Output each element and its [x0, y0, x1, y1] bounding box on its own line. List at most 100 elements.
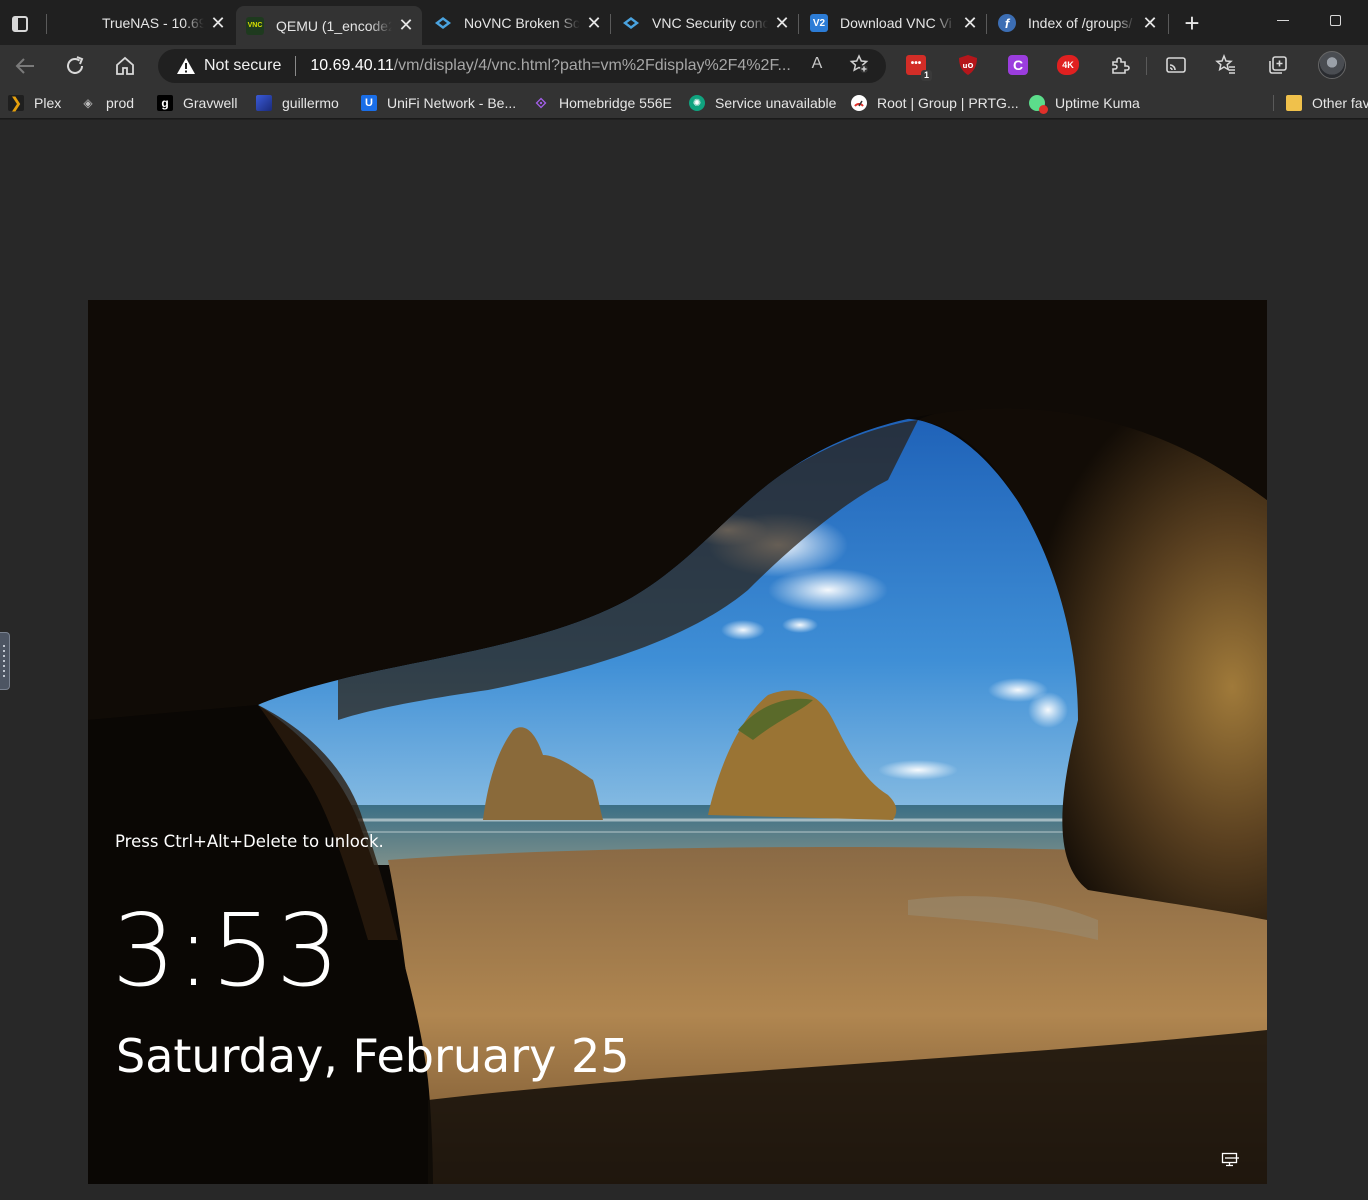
tab-title: NoVNC Broken Sc — [464, 15, 580, 31]
bookmark-prod[interactable]: ◈ prod — [80, 93, 134, 113]
tab-novnc-broken[interactable]: NoVNC Broken Sc ✕ — [424, 4, 610, 42]
browser-toolbar: Not secure 10.69.40.11 /vm/display/4/vnc… — [0, 45, 1368, 87]
security-status[interactable]: Not secure — [204, 57, 281, 75]
truenas-icon — [72, 14, 90, 32]
openai-icon: ✺ — [689, 95, 705, 111]
prtg-icon — [851, 95, 867, 111]
folder-icon — [1286, 95, 1302, 111]
tab-strip: TrueNAS - 10.69.40 ✕ VNC QEMU (1_encode2… — [0, 0, 1368, 45]
bookmark-label: Other fav — [1312, 95, 1368, 111]
bookmark-other-favorites[interactable]: Other fav — [1286, 93, 1368, 113]
tab-close-icon[interactable]: ✕ — [208, 13, 228, 33]
new-tab-button[interactable]: + — [1180, 10, 1204, 36]
bookmarks-bar: ❯ Plex ◈ prod g Gravwell guillermo U Uni… — [0, 87, 1368, 119]
tab-title: Index of /groups/ — [1028, 15, 1133, 31]
bookmark-plex[interactable]: ❯ Plex — [8, 93, 61, 113]
maximize-icon — [1329, 14, 1341, 26]
homebridge-icon: ⟐ — [535, 94, 547, 111]
cast-icon — [1166, 57, 1186, 73]
refresh-button[interactable] — [60, 51, 90, 81]
bookmark-unifi[interactable]: U UniFi Network - Be... — [361, 93, 516, 113]
extension-lastpass[interactable]: ••• 1 — [904, 53, 932, 81]
back-button[interactable] — [10, 51, 40, 81]
uptime-kuma-icon — [1029, 95, 1048, 114]
guillermo-icon — [256, 95, 272, 111]
tab-close-icon[interactable]: ✕ — [1140, 13, 1160, 33]
collections-icon — [1269, 56, 1287, 74]
url-path: /vm/display/4/vnc.html?path=vm%2Fdisplay… — [393, 57, 791, 74]
bookmark-label: guillermo — [282, 95, 339, 111]
bookmark-homebridge[interactable]: ⟐ Homebridge 556E — [533, 93, 672, 113]
url-host: 10.69.40.11 — [310, 57, 394, 74]
profile-avatar[interactable] — [1318, 51, 1346, 79]
vnc-remote-screen[interactable]: Press Ctrl+Alt+Delete to unlock. 3:53 Sa… — [88, 300, 1267, 1184]
ublock-icon: uO — [959, 55, 977, 75]
toolbar-divider — [1146, 57, 1147, 75]
extension-4k[interactable]: 4K — [1056, 53, 1080, 77]
extensions-button[interactable] — [1108, 53, 1132, 77]
bookmark-label: prod — [106, 95, 135, 111]
home-button[interactable] — [110, 51, 140, 81]
maximize-button[interactable] — [1320, 8, 1350, 32]
extension-badge: 1 — [920, 70, 932, 81]
add-favorite-button[interactable] — [848, 53, 870, 75]
extension-purple[interactable]: C — [1006, 53, 1030, 77]
bookmarks-divider — [1273, 95, 1274, 111]
bookmark-label: Homebridge 556E — [559, 95, 672, 111]
tab-title: TrueNAS - 10.69.40 — [102, 15, 204, 31]
plex-icon: ❯ — [8, 95, 24, 112]
cast-button[interactable] — [1164, 53, 1188, 77]
tab-divider — [610, 14, 611, 34]
favorites-button[interactable] — [1214, 53, 1238, 77]
favorites-star-icon — [1215, 54, 1235, 74]
purple-c-icon: C — [1008, 55, 1028, 75]
tab-divider — [798, 14, 799, 34]
tab-divider — [46, 14, 47, 34]
bookmark-service-unavailable[interactable]: ✺ Service unavailable — [689, 93, 836, 113]
bookmark-label: UniFi Network - Be... — [387, 95, 517, 111]
extension-ublock[interactable]: uO — [956, 53, 980, 77]
tab-divider — [1168, 14, 1169, 34]
read-aloud-button[interactable]: A — [806, 53, 828, 75]
tab-download-vnc[interactable]: V2 Download VNC Vi ✕ — [800, 4, 986, 42]
warning-icon — [177, 58, 195, 74]
tab-qemu[interactable]: VNC QEMU (1_encode2 ✕ — [236, 6, 422, 45]
star-add-icon — [849, 54, 869, 73]
bookmark-uptime-kuma[interactable]: Uptime Kuma — [1029, 93, 1140, 114]
unlock-hint: Press Ctrl+Alt+Delete to unlock. — [115, 832, 384, 851]
puzzle-icon — [1112, 57, 1130, 74]
tab-close-icon[interactable]: ✕ — [396, 15, 416, 36]
svg-text:uO: uO — [963, 62, 974, 70]
tab-close-icon[interactable]: ✕ — [772, 13, 792, 33]
collections-button[interactable] — [1266, 53, 1290, 77]
network-status-icon[interactable] — [1221, 1152, 1241, 1168]
bookmark-label: Gravwell — [183, 95, 238, 111]
bookmark-prtg[interactable]: Root | Group | PRTG... — [851, 93, 1019, 113]
4k-icon: 4K — [1057, 55, 1079, 75]
minimize-button[interactable] — [1268, 8, 1298, 32]
back-arrow-icon — [15, 58, 34, 74]
tab-actions-icon — [12, 16, 28, 32]
tab-vnc-security[interactable]: VNC Security conc ✕ — [612, 4, 798, 42]
address-bar[interactable]: Not secure 10.69.40.11 /vm/display/4/vnc… — [158, 49, 886, 83]
prod-icon: ◈ — [83, 96, 93, 110]
tab-title: QEMU (1_encode2 — [276, 17, 392, 34]
bookmark-guillermo[interactable]: guillermo — [256, 93, 339, 113]
novnc-control-bar-handle[interactable] — [0, 632, 10, 690]
tab-close-icon[interactable]: ✕ — [960, 13, 980, 33]
tab-title: Download VNC Vi — [840, 15, 952, 31]
refresh-icon — [67, 56, 84, 74]
tab-close-icon[interactable]: ✕ — [584, 13, 604, 33]
home-icon — [116, 56, 134, 75]
tab-truenas[interactable]: TrueNAS - 10.69.40 ✕ — [62, 4, 234, 42]
novnc-icon — [434, 14, 452, 32]
tab-actions-menu[interactable] — [8, 12, 32, 36]
bookmark-label: Plex — [34, 95, 62, 111]
novnc-icon — [622, 14, 640, 32]
lockscreen-time: 3:53 — [112, 892, 341, 1009]
tab-index-groups[interactable]: f Index of /groups/ ✕ — [988, 4, 1166, 42]
bookmark-label: Service unavailable — [715, 95, 837, 111]
vnc-icon: VNC — [246, 16, 264, 35]
bookmark-gravwell[interactable]: g Gravwell — [157, 93, 237, 113]
fedora-icon: f — [998, 14, 1016, 32]
